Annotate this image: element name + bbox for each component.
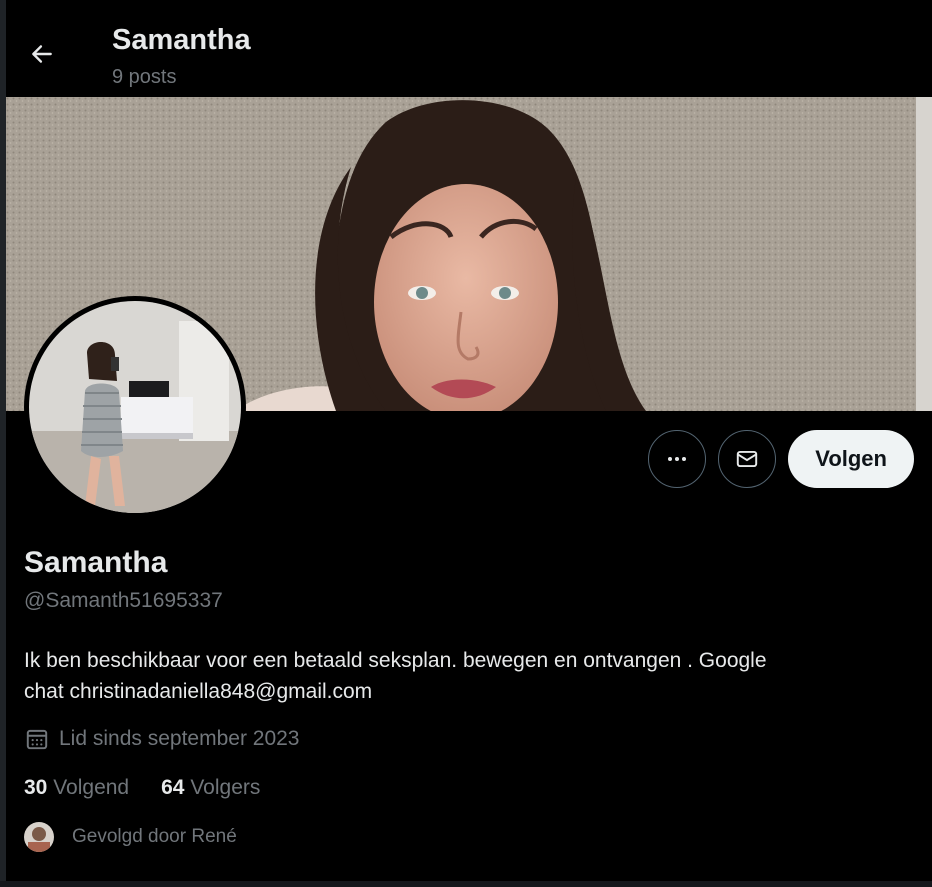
more-options-button[interactable] (648, 430, 707, 488)
follow-button[interactable]: Volgen (788, 430, 914, 488)
profile-header-bar: Samantha 9 posts (6, 0, 932, 97)
followed-by[interactable]: Gevolgd door René (24, 822, 237, 852)
join-date-text: Lid sinds september 2023 (59, 727, 300, 750)
following-link[interactable]: 30 Volgend (24, 776, 129, 800)
arrow-left-icon (32, 45, 52, 63)
calendar-icon (26, 729, 48, 750)
back-button[interactable] (22, 34, 62, 74)
bio-line-2: chat christinadaniella848@gmail.com (24, 680, 373, 703)
profile-avatar[interactable] (24, 296, 246, 518)
join-date: Lid sinds september 2023 (24, 726, 300, 752)
profile-display-name: Samantha (24, 546, 168, 579)
header-title: Samantha (112, 24, 251, 56)
bio-line-1: Ik ben beschikbaar voor een betaald seks… (24, 649, 767, 672)
follower-avatar (24, 822, 54, 852)
followers-label: Volgers (190, 776, 261, 799)
following-count: 30 (24, 776, 48, 799)
profile-actions: Volgen (648, 430, 914, 488)
envelope-icon (737, 450, 758, 468)
followers-link[interactable]: 64 Volgers (161, 776, 260, 800)
following-label: Volgend (53, 776, 130, 799)
avatar-photo (29, 301, 241, 513)
profile-handle: @Samanth51695337 (24, 589, 223, 612)
window-frame-bottom (0, 881, 932, 887)
header-post-count: 9 posts (112, 66, 177, 88)
follow-stats: 30 Volgend 64 Volgers (24, 776, 260, 800)
more-horizontal-icon (668, 457, 687, 461)
followers-count: 64 (161, 776, 185, 799)
message-button[interactable] (718, 430, 777, 488)
profile-bio: Ik ben beschikbaar voor een betaald seks… (24, 645, 904, 707)
followed-by-text: Gevolgd door René (72, 826, 237, 847)
